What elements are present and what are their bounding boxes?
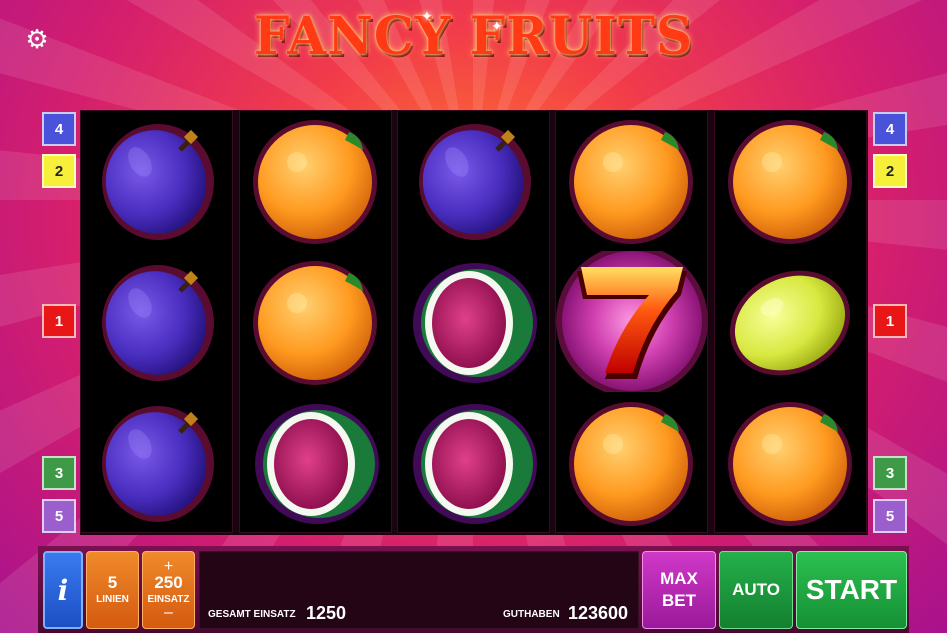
total-bet-value: 1250 [306, 603, 347, 623]
watermelon-symbol [397, 392, 550, 533]
reel-1 [80, 110, 233, 533]
auto-button[interactable]: AUTO [719, 551, 793, 629]
line-marker-left-3[interactable]: 3 [42, 456, 76, 490]
line-marker-left-2[interactable]: 2 [42, 154, 76, 188]
max-bet-button[interactable]: MAX BET [642, 551, 716, 629]
line-marker-left-5[interactable]: 5 [42, 499, 76, 533]
line-marker-right-1[interactable]: 1 [873, 304, 907, 338]
max-bet-line2: BET [662, 591, 696, 610]
balance-label: GUTHABEN [503, 609, 560, 620]
sparkle-icon: ✦ [421, 8, 433, 24]
info-icon: i [57, 573, 69, 607]
info-button[interactable]: i [43, 551, 83, 629]
game-title: FANCY FRUITS [253, 4, 694, 67]
lines-button[interactable]: 5 LINIEN [86, 551, 139, 629]
start-button[interactable]: START [796, 551, 907, 629]
auto-label: AUTO [732, 580, 780, 599]
line-marker-right-2[interactable]: 2 [873, 154, 907, 188]
orange-symbol [714, 110, 867, 251]
orange-symbol [555, 392, 708, 533]
reel-area [80, 110, 868, 535]
plum-symbol [80, 251, 233, 392]
plum-symbol [80, 110, 233, 251]
plum-symbol [397, 110, 550, 251]
sparkle-icon: ✦ [491, 18, 503, 34]
line-marker-left-4[interactable]: 4 [42, 112, 76, 146]
orange-symbol [239, 251, 392, 392]
lemon-symbol [714, 251, 867, 392]
bet-plus-icon[interactable]: + [164, 559, 173, 575]
line-marker-right-4[interactable]: 4 [873, 112, 907, 146]
bet-value: 250 [154, 573, 183, 592]
start-label: START [805, 574, 898, 605]
orange-symbol [239, 110, 392, 251]
lines-value: 5 [107, 573, 118, 592]
bet-button[interactable]: + 250 EINSATZ – [142, 551, 195, 629]
line-marker-right-5[interactable]: 5 [873, 499, 907, 533]
line-marker-right-3[interactable]: 3 [873, 456, 907, 490]
watermelon-symbol [239, 392, 392, 533]
game-stage: ⚙ FANCY FRUITS ✦ ✦ 4 2 1 3 5 4 2 1 3 5 i… [0, 0, 947, 633]
reel-5 [714, 110, 867, 533]
watermelon-symbol [397, 251, 550, 392]
orange-symbol [714, 392, 867, 533]
bet-minus-icon[interactable]: – [164, 605, 173, 621]
plum-symbol [80, 392, 233, 533]
line-marker-left-1[interactable]: 1 [42, 304, 76, 338]
total-bet-label: GESAMT EINSATZ [208, 609, 296, 620]
orange-symbol [555, 110, 708, 251]
info-panel: GESAMT EINSATZ 1250 GUTHABEN 123600 [199, 551, 639, 629]
control-bar: i 5 LINIEN + 250 EINSATZ – GESAMT EINSAT… [38, 546, 909, 633]
lines-label: LINIEN [96, 594, 129, 605]
reel-3 [397, 110, 550, 533]
reel-4 [555, 110, 708, 533]
seven-symbol [555, 251, 708, 392]
reel-2 [239, 110, 392, 533]
balance-value: 123600 [568, 603, 629, 623]
max-bet-line1: MAX [660, 569, 698, 588]
